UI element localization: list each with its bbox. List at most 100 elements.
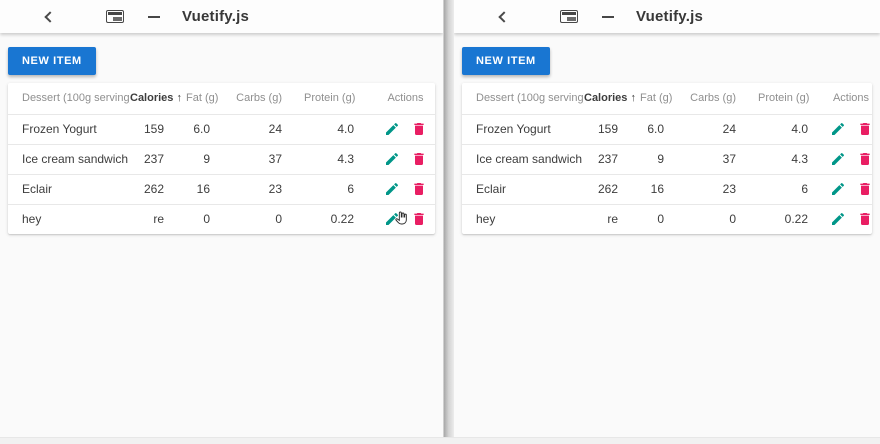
header-calories-sorted[interactable]: Calories ↑ <box>584 83 640 114</box>
menu-icon[interactable] <box>463 11 478 22</box>
cell-calories: 237 <box>130 144 186 174</box>
cell-carbs: 0 <box>686 204 758 234</box>
cell-fat: 6.0 <box>640 114 686 144</box>
cell-calories: 159 <box>584 114 640 144</box>
delete-trash-icon[interactable] <box>857 211 873 227</box>
desserts-table: Dessert (100g serving) Calories ↑ Fat (g… <box>462 83 872 234</box>
right-toolbar: Vuetify.js <box>454 0 880 33</box>
cell-fat: 9 <box>186 144 232 174</box>
cell-carbs: 37 <box>686 144 758 174</box>
cell-protein: 6 <box>304 174 376 204</box>
cell-fat: 0 <box>640 204 686 234</box>
edit-pencil-icon[interactable] <box>384 211 400 227</box>
left-toolbar: Vuetify.js <box>0 0 443 33</box>
menu-icon[interactable] <box>9 11 24 22</box>
cell-fat: 16 <box>640 174 686 204</box>
cell-dessert: Eclair <box>462 174 584 204</box>
header-dessert[interactable]: Dessert (100g serving) <box>8 83 130 114</box>
delete-trash-icon[interactable] <box>857 151 873 167</box>
new-item-button[interactable]: NEW ITEM <box>8 47 96 75</box>
header-fat[interactable]: Fat (g) <box>186 83 232 114</box>
header-protein[interactable]: Protein (g) <box>304 83 376 114</box>
cell-carbs: 23 <box>686 174 758 204</box>
cell-fat: 16 <box>186 174 232 204</box>
cell-protein: 0.22 <box>758 204 830 234</box>
header-carbs[interactable]: Carbs (g) <box>232 83 304 114</box>
window-divider <box>444 0 454 444</box>
cell-dessert: Frozen Yogurt <box>8 114 130 144</box>
delete-trash-icon[interactable] <box>411 211 427 227</box>
table-row: hey re 0 0 0.22 <box>462 204 872 234</box>
delete-trash-icon[interactable] <box>857 121 873 137</box>
cell-calories: re <box>130 204 186 234</box>
delete-trash-icon[interactable] <box>411 121 427 137</box>
edit-pencil-icon[interactable] <box>830 211 846 227</box>
delete-trash-icon[interactable] <box>411 181 427 197</box>
browser-card-icon[interactable] <box>560 10 578 23</box>
cell-protein: 0.22 <box>304 204 376 234</box>
cell-protein: 4.0 <box>304 114 376 144</box>
minimize-icon[interactable] <box>148 16 160 18</box>
cell-fat: 0 <box>186 204 232 234</box>
edit-pencil-icon[interactable] <box>384 181 400 197</box>
sort-up-arrow-icon: ↑ <box>176 92 182 104</box>
header-actions: Actions <box>830 83 872 114</box>
cell-dessert: hey <box>462 204 584 234</box>
right-content: NEW ITEM Dessert (100g serving) Calories… <box>454 33 880 242</box>
edit-pencil-icon[interactable] <box>830 121 846 137</box>
cell-protein: 4.0 <box>758 114 830 144</box>
delete-trash-icon[interactable] <box>857 181 873 197</box>
bottom-edge-strip <box>0 437 880 444</box>
right-panel: Vuetify.js NEW ITEM Dessert (100g servin… <box>454 0 880 444</box>
cell-protein: 4.3 <box>758 144 830 174</box>
table-header-row: Dessert (100g serving) Calories ↑ Fat (g… <box>462 83 872 114</box>
cell-calories: 262 <box>130 174 186 204</box>
left-content: NEW ITEM Dessert (100g serving) Calories… <box>0 33 443 242</box>
chevron-left-icon[interactable] <box>44 11 55 22</box>
header-actions: Actions <box>376 83 435 114</box>
table-row: Ice cream sandwich 237 9 37 4.3 <box>8 144 435 174</box>
minimize-icon[interactable] <box>602 16 614 18</box>
desserts-table: Dessert (100g serving) Calories ↑ Fat (g… <box>8 83 435 234</box>
new-item-button[interactable]: NEW ITEM <box>462 47 550 75</box>
cell-dessert: hey <box>8 204 130 234</box>
header-fat[interactable]: Fat (g) <box>640 83 686 114</box>
menu-icon[interactable] <box>855 11 870 22</box>
sort-up-arrow-icon: ↑ <box>630 92 636 104</box>
cell-dessert: Ice cream sandwich <box>462 144 584 174</box>
table-row: Ice cream sandwich 237 9 37 4.3 <box>462 144 872 174</box>
table-row: Frozen Yogurt 159 6.0 24 4.0 <box>8 114 435 144</box>
edit-pencil-icon[interactable] <box>384 151 400 167</box>
cell-carbs: 0 <box>232 204 304 234</box>
toolbar-title: Vuetify.js <box>636 8 703 25</box>
table-header-row: Dessert (100g serving) Calories ↑ Fat (g… <box>8 83 435 114</box>
cell-calories: 159 <box>130 114 186 144</box>
cell-fat: 6.0 <box>186 114 232 144</box>
cell-carbs: 24 <box>686 114 758 144</box>
data-table-card: Dessert (100g serving) Calories ↑ Fat (g… <box>8 83 435 234</box>
browser-card-icon[interactable] <box>106 10 124 23</box>
delete-trash-icon[interactable] <box>411 151 427 167</box>
header-carbs[interactable]: Carbs (g) <box>686 83 758 114</box>
cell-calories: 237 <box>584 144 640 174</box>
table-row: Eclair 262 16 23 6 <box>8 174 435 204</box>
table-row: Frozen Yogurt 159 6.0 24 4.0 <box>462 114 872 144</box>
cell-fat: 9 <box>640 144 686 174</box>
cell-protein: 6 <box>758 174 830 204</box>
toolbar-title: Vuetify.js <box>182 8 249 25</box>
cell-protein: 4.3 <box>304 144 376 174</box>
header-calories-sorted[interactable]: Calories ↑ <box>130 83 186 114</box>
chevron-left-icon[interactable] <box>498 11 509 22</box>
header-dessert[interactable]: Dessert (100g serving) <box>462 83 584 114</box>
cell-calories: 262 <box>584 174 640 204</box>
edit-pencil-icon[interactable] <box>830 151 846 167</box>
menu-icon[interactable] <box>418 11 433 22</box>
table-row: hey re 0 0 0.22 <box>8 204 435 234</box>
cell-dessert: Ice cream sandwich <box>8 144 130 174</box>
table-row: Eclair 262 16 23 6 <box>462 174 872 204</box>
edit-pencil-icon[interactable] <box>830 181 846 197</box>
cell-carbs: 24 <box>232 114 304 144</box>
cell-carbs: 23 <box>232 174 304 204</box>
header-protein[interactable]: Protein (g) <box>758 83 830 114</box>
edit-pencil-icon[interactable] <box>384 121 400 137</box>
